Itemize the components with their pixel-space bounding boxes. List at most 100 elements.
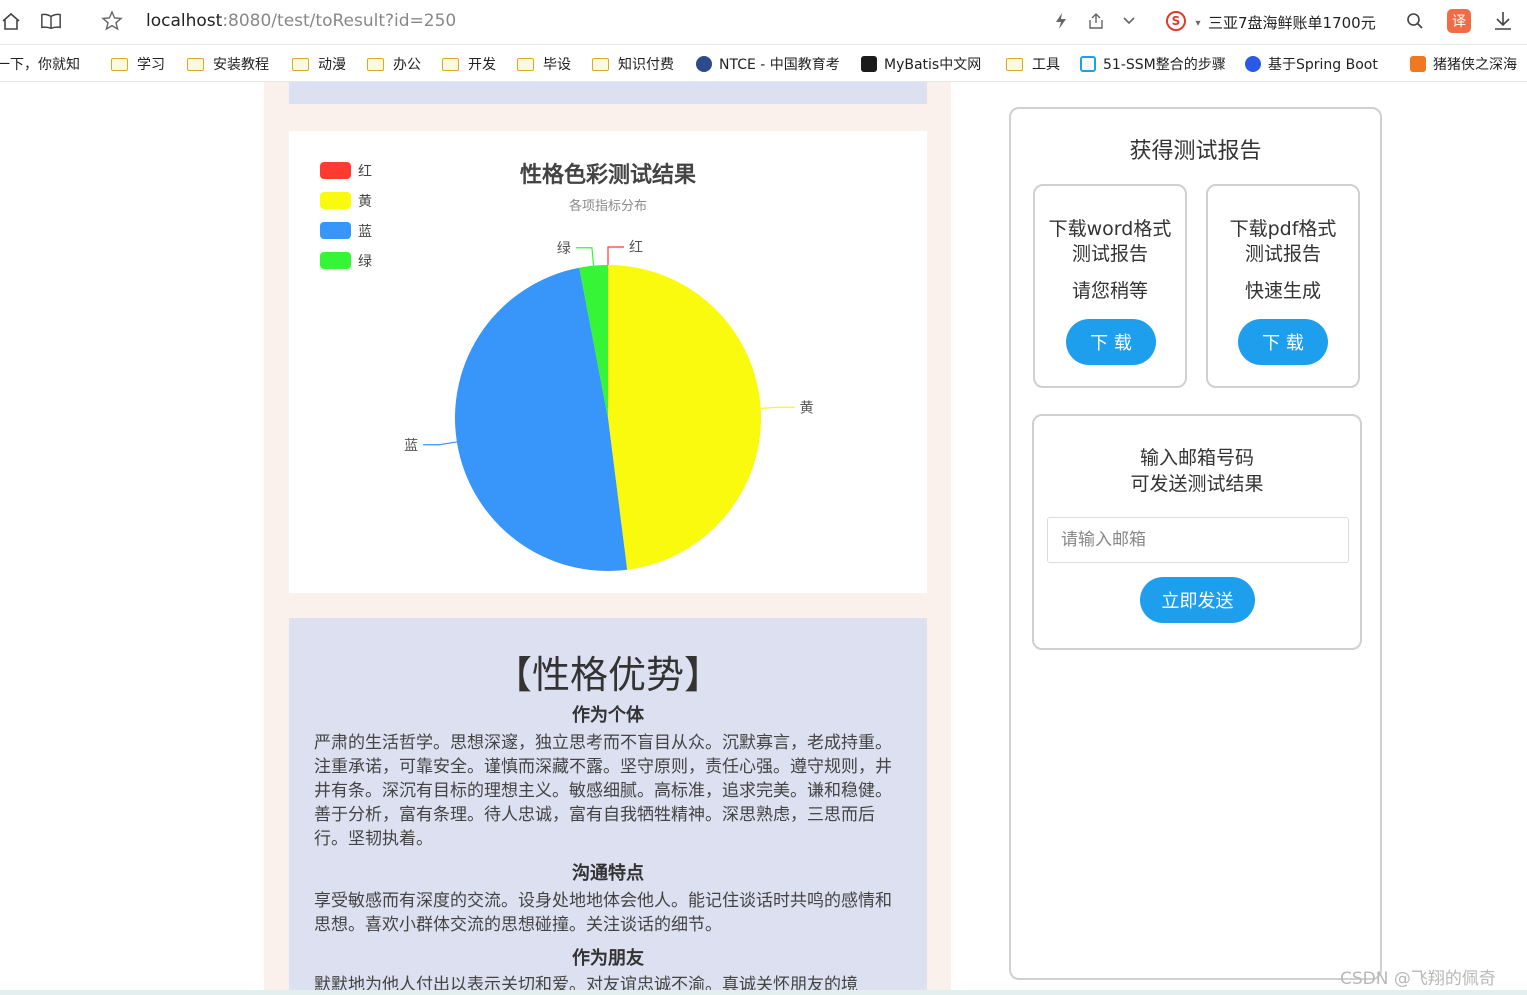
chart-title: 性格色彩测试结果 [520, 162, 696, 188]
url-host: localhost [146, 11, 223, 31]
chevron-down-icon[interactable] [1118, 10, 1140, 32]
pdf-download-box: 下载pdf格式 测试报告 快速生成 下 载 [1206, 184, 1360, 388]
pie-label-line [607, 246, 624, 265]
bookmark-folder[interactable]: 知识付费 [592, 54, 674, 74]
bookmark-label: 知识付费 [618, 57, 674, 73]
bookmark-item[interactable]: 一下，你就知 [0, 54, 80, 74]
bookmark-label: NTCE - 中国教育考 [719, 57, 840, 73]
csdn-watermark: CSDN @飞翔的佩奇 [1340, 969, 1496, 989]
folder-icon [592, 57, 609, 71]
download-pdf-button[interactable]: 下 载 [1238, 319, 1328, 365]
download-word-button[interactable]: 下 载 [1066, 319, 1156, 365]
pie-slice-label: 黄 [800, 399, 814, 416]
legend-swatch[interactable] [320, 192, 351, 209]
bookmarks-bar: 一下，你就知 学习 安装教程 动漫 办公 开发 毕设 知识付费 NTCE - 中… [0, 45, 1527, 82]
pie-chart: 性格色彩测试结果 各项指标分布 红黄蓝绿 红黄蓝绿 [320, 162, 814, 571]
home-icon[interactable] [0, 10, 22, 32]
report-title: 获得测试报告 [1129, 139, 1262, 164]
bookmark-label: 动漫 [318, 57, 346, 73]
bookmark-label: 一下，你就知 [0, 57, 80, 73]
news-hotword[interactable]: 三亚7盘海鲜账单1700元 [1208, 12, 1376, 33]
bookmark-folder[interactable]: 安装教程 [187, 54, 269, 74]
email-input[interactable] [1047, 517, 1349, 563]
address-bar[interactable]: localhost:8080/test/toResult?id=250 [146, 11, 456, 31]
bookmark-label: 51-SSM整合的步骤 [1103, 57, 1226, 73]
pie-slice[interactable] [608, 265, 761, 570]
legend-swatch[interactable] [320, 162, 351, 179]
advantages-title: 【性格优势】 [493, 653, 722, 697]
pie-chart-card: 性格色彩测试结果 各项指标分布 红黄蓝绿 红黄蓝绿 [289, 131, 927, 593]
folder-icon [292, 57, 309, 71]
bookmark-label: 毕设 [543, 57, 571, 73]
legend-label[interactable]: 绿 [358, 254, 372, 270]
pie-label-line [575, 247, 595, 266]
legend-label[interactable]: 红 [358, 164, 372, 180]
url-path: :8080/test/toResult?id=250 [222, 11, 457, 31]
word-download-line1: 下载word格式 [1048, 218, 1172, 240]
bookmark-label: MyBatis中文网 [884, 57, 982, 73]
section-heading: 作为朋友 [572, 948, 644, 969]
horizontal-scrollbar[interactable] [0, 990, 1527, 995]
report-panel: 获得测试报告 下载word格式 测试报告 请您稍等 下 载 下载pdf格式 测试… [1009, 107, 1382, 980]
word-download-note: 请您稍等 [1071, 280, 1148, 302]
legend-label[interactable]: 蓝 [358, 224, 372, 240]
word-download-line2: 测试报告 [1071, 243, 1148, 265]
bookmark-folder[interactable]: 学习 [111, 54, 165, 74]
bookmark-folder[interactable]: 办公 [367, 54, 421, 74]
bookmark-folder[interactable]: 毕设 [517, 54, 571, 74]
bookmark-label: 开发 [468, 57, 496, 73]
email-prompt-line1: 输入邮箱号码 [1139, 447, 1254, 469]
section-heading: 沟通特点 [572, 863, 644, 884]
bookmark-label: 办公 [393, 57, 421, 73]
bookmark-label: 基于Spring Boot [1268, 57, 1378, 73]
bookmark-folder[interactable]: 动漫 [292, 54, 346, 74]
bookmark-label: 工具 [1032, 57, 1060, 73]
word-download-box: 下载word格式 测试报告 请您稍等 下 载 [1033, 184, 1187, 388]
bookmark-folder[interactable]: 工具 [1006, 54, 1060, 74]
bookmark-item[interactable]: MyBatis中文网 [861, 54, 981, 74]
translate-icon[interactable]: 译 [1447, 9, 1471, 33]
pdf-download-line1: 下载pdf格式 [1229, 218, 1337, 240]
pdf-download-note: 快速生成 [1244, 280, 1321, 302]
bookmark-star-icon[interactable] [101, 10, 123, 32]
bookmark-item[interactable]: 基于Spring Boot [1245, 54, 1393, 74]
search-icon[interactable] [1404, 10, 1426, 32]
folder-icon [517, 57, 534, 71]
advantages-section: 【性格优势】 作为个体 严肃的生活哲学。思想深邃，独立思考而不盲目从众。沉默寡言… [289, 618, 927, 995]
bilibili-tv-icon [1080, 56, 1096, 72]
bookmark-label: 猪猪侠之深海 [1433, 57, 1517, 73]
bookmark-folder[interactable]: 开发 [442, 54, 496, 74]
pie-label-line [760, 406, 795, 409]
bookmark-label: 安装教程 [213, 57, 269, 73]
folder-icon [442, 57, 459, 71]
folder-icon [187, 57, 204, 71]
lightning-icon[interactable] [1050, 10, 1072, 32]
browser-toolbar: localhost:8080/test/toResult?id=250 S ▾ … [0, 0, 1527, 45]
legend-label[interactable]: 黄 [358, 193, 372, 210]
folder-icon [111, 57, 128, 71]
pdf-download-line2: 测试报告 [1244, 243, 1321, 265]
bookmark-item[interactable]: 猪猪侠之深海 [1410, 54, 1527, 74]
share-icon[interactable] [1085, 10, 1107, 32]
pie-slice-label: 蓝 [404, 438, 418, 454]
folder-icon [367, 57, 384, 71]
download-icon[interactable] [1492, 10, 1514, 32]
bookmark-label: 学习 [137, 57, 165, 73]
pie-label-line [423, 441, 457, 446]
m-logo-icon [1410, 56, 1426, 72]
bookmark-item[interactable]: NTCE - 中国教育考 [696, 54, 846, 74]
sogou-search-icon[interactable]: S [1166, 11, 1186, 31]
search-engine-dropdown-icon[interactable]: ▾ [1187, 12, 1209, 34]
legend-swatch[interactable] [320, 222, 351, 239]
mybatis-logo-icon [861, 56, 877, 72]
legend-swatch[interactable] [320, 252, 351, 269]
reader-book-icon[interactable] [40, 10, 62, 32]
email-prompt-line2: 可发送测试结果 [1130, 473, 1264, 495]
bookmark-item[interactable]: 51-SSM整合的步骤 [1080, 54, 1230, 74]
ntce-logo-icon [696, 56, 712, 72]
folder-icon [1006, 57, 1023, 71]
section-text: 严肃的生活哲学。思想深邃，独立思考而不盲目从众。沉默寡言，老成持重。注重承诺，可… [314, 733, 892, 849]
email-send-box: 输入邮箱号码 可发送测试结果 立即发送 [1032, 414, 1362, 650]
send-now-button[interactable]: 立即发送 [1140, 577, 1255, 623]
section-text: 享受敏感而有深度的交流。设身处地地体会他人。能记住谈话时共鸣的感情和思想。喜欢小… [314, 891, 892, 935]
